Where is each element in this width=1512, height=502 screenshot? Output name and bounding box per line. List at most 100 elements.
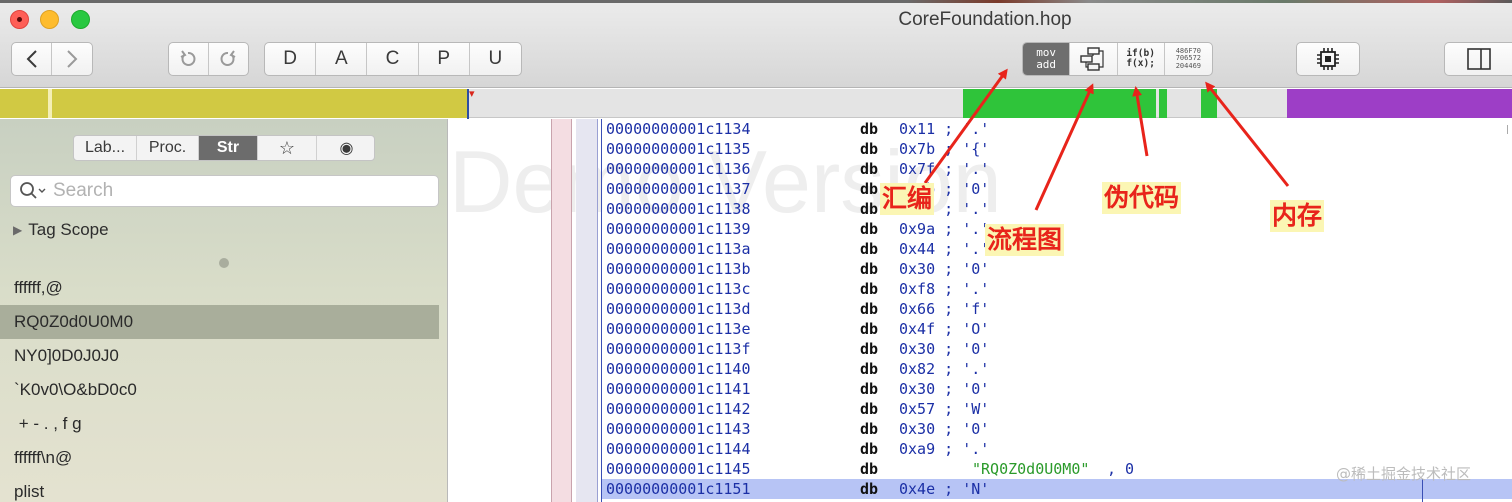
asm-address: 00000000001c113f: [606, 340, 751, 358]
asm-address: 00000000001c1142: [606, 400, 751, 418]
tab-tags[interactable]: ◉: [317, 136, 374, 160]
asm-operand: 0x7f ; '.': [899, 160, 990, 178]
asm-line[interactable]: 00000000001c1139 db 0x9a ; '.': [449, 219, 1512, 239]
asm-mnemonic: db: [860, 260, 879, 278]
asm-line[interactable]: 00000000001c1137 db 0x1b ; '0': [449, 179, 1512, 199]
mode-code-button[interactable]: C: [367, 43, 419, 75]
zoom-window-button[interactable]: [71, 10, 90, 29]
asm-line[interactable]: 00000000001c1138 db 0x1c ; '.': [449, 199, 1512, 219]
cpu-group: [1296, 42, 1360, 76]
asm-line[interactable]: 00000000001c1142 db 0x57 ; 'W': [449, 399, 1512, 419]
asm-line[interactable]: 00000000001c1140 db 0x82 ; '.': [449, 359, 1512, 379]
tab-strings[interactable]: Str: [199, 136, 258, 160]
site-watermark: @稀土掘金技术社区: [1336, 465, 1472, 483]
list-item[interactable]: `K0v0\O&bD0c0: [0, 373, 439, 407]
asm-operand: 0x4e ; 'N': [899, 480, 990, 498]
back-button[interactable]: [12, 43, 53, 75]
toggle-inspector-button[interactable]: [1445, 43, 1512, 75]
asm-line[interactable]: 00000000001c113e db 0x4f ; 'O': [449, 319, 1512, 339]
pseudocode-button[interactable]: if(b) f(x);: [1118, 43, 1165, 75]
asm-mnemonic: db: [860, 480, 879, 498]
mode-undefined-button[interactable]: U: [470, 43, 521, 75]
asm-line[interactable]: 00000000001c113b db 0x30 ; '0': [449, 259, 1512, 279]
asm-line[interactable]: 00000000001c1143 db 0x30 ; '0': [449, 419, 1512, 439]
annotation-flowchart: 流程图: [985, 224, 1065, 256]
segment-green-2: [1159, 89, 1167, 118]
scrollbar[interactable]: [1507, 125, 1508, 134]
asm-operand: 0x57 ; 'W': [899, 400, 990, 418]
forward-button[interactable]: [52, 43, 92, 75]
asm-operand: 0x30 ; '0': [899, 420, 990, 438]
asm-line[interactable]: 00000000001c1134 db 0x11 ; '.': [449, 119, 1512, 139]
segment-navigation-bar[interactable]: [0, 89, 1512, 118]
asm-address: 00000000001c1145: [606, 460, 751, 478]
asm-line[interactable]: 00000000001c1136 db 0x7f ; '.': [449, 159, 1512, 179]
asm-address: 00000000001c1143: [606, 420, 751, 438]
annotation-memory: 内存: [1270, 200, 1325, 232]
mode-ascii-button[interactable]: A: [316, 43, 368, 75]
mode-data-button[interactable]: D: [265, 43, 317, 75]
asm-operand: 0x30 ; '0': [899, 260, 990, 278]
asm-operand: 0xf8 ; '.': [899, 280, 990, 298]
tag-scope-toggle[interactable]: ▶ Tag Scope: [13, 220, 109, 240]
segment-purple: [1287, 89, 1512, 118]
search-input[interactable]: [53, 180, 423, 202]
asm-mnemonic: db: [860, 320, 879, 338]
hex-label-line3: 204469: [1175, 61, 1202, 70]
control-flow-graph-button[interactable]: [1070, 43, 1118, 75]
splitter-handle[interactable]: [219, 258, 229, 268]
close-window-button[interactable]: [10, 10, 29, 29]
asm-operand: 0x9a ; '.': [899, 220, 990, 238]
assembly-view-button[interactable]: mov add: [1023, 43, 1071, 75]
inspector-group: [1444, 42, 1512, 76]
undo-button[interactable]: [169, 43, 209, 75]
asm-operand: 0x7b ; '{': [899, 140, 990, 158]
asm-address: 00000000001c1138: [606, 200, 751, 218]
asm-address: 00000000001c1151: [606, 480, 751, 498]
disassembly-view[interactable]: Demo Version 00000000001c1134 db 0x11 ; '.…: [449, 119, 1512, 502]
search-icon[interactable]: [19, 181, 49, 201]
asm-line[interactable]: 00000000001c113d db 0x66 ; 'f': [449, 299, 1512, 319]
mode-procedure-button[interactable]: P: [419, 43, 470, 75]
window-title: CoreFoundation.hop: [898, 9, 1072, 30]
list-item[interactable]: + - . , f g: [0, 407, 439, 441]
asm-line[interactable]: 00000000001c113f db 0x30 ; '0': [449, 339, 1512, 359]
asm-line[interactable]: 00000000001c1141 db 0x30 ; '0': [449, 379, 1512, 399]
undo-redo-group: [168, 42, 249, 76]
navigation-group: [11, 42, 93, 76]
asm-address: 00000000001c1144: [606, 440, 751, 458]
redo-icon: [220, 50, 236, 66]
asm-mnemonic: db: [860, 200, 879, 218]
asm-line[interactable]: 00000000001c1135 db 0x7b ; '{': [449, 139, 1512, 159]
debugger-button[interactable]: [1297, 43, 1359, 75]
list-item[interactable]: ffffff\n@: [0, 441, 439, 475]
minimize-window-button[interactable]: [40, 10, 59, 29]
list-item[interactable]: ffffff,@: [0, 271, 439, 305]
asm-address: 00000000001c113e: [606, 320, 751, 338]
sidebar: Lab... Proc. Str ☆ ◉ ▶ Tag Scope ffffff,…: [0, 119, 448, 502]
desktop-strip: [0, 0, 1512, 3]
asm-line[interactable]: 00000000001c113a db 0x44 ; '.': [449, 239, 1512, 259]
toolbar: CoreFoundation.hop D A C P U mov add if(…: [0, 0, 1512, 88]
asm-mnemonic: db: [860, 420, 879, 438]
tab-labels[interactable]: Lab...: [74, 136, 137, 160]
sidebar-panel-icon: [1466, 48, 1491, 70]
asm-address: 00000000001c1139: [606, 220, 751, 238]
asm-line[interactable]: 00000000001c113c db 0xf8 ; '.': [449, 279, 1512, 299]
asm-address: 00000000001c1141: [606, 380, 751, 398]
list-item[interactable]: plist: [0, 475, 439, 502]
asm-operand: 0x44 ; '.': [899, 240, 990, 258]
tab-bookmarks[interactable]: ☆: [258, 136, 317, 160]
tab-procedures[interactable]: Proc.: [137, 136, 199, 160]
assembly-lines: 00000000001c1134 db 0x11 ; '.' 00000000001c…: [449, 119, 1512, 499]
hopper-window: CoreFoundation.hop D A C P U mov add if(…: [0, 0, 1512, 502]
redo-button[interactable]: [209, 43, 249, 75]
asm-line[interactable]: 00000000001c1144 db 0xa9 ; '.': [449, 439, 1512, 459]
asm-mnemonic: db: [860, 400, 879, 418]
asm-mnemonic: db: [860, 180, 879, 198]
hex-view-button[interactable]: 486F70 706572 204469: [1165, 43, 1212, 75]
list-item[interactable]: NY0]0D0J0J0: [0, 339, 439, 373]
star-icon: ☆: [278, 137, 296, 158]
asm-mnemonic: db: [860, 300, 879, 318]
list-item-selected[interactable]: RQ0Z0d0U0M0: [0, 305, 439, 339]
